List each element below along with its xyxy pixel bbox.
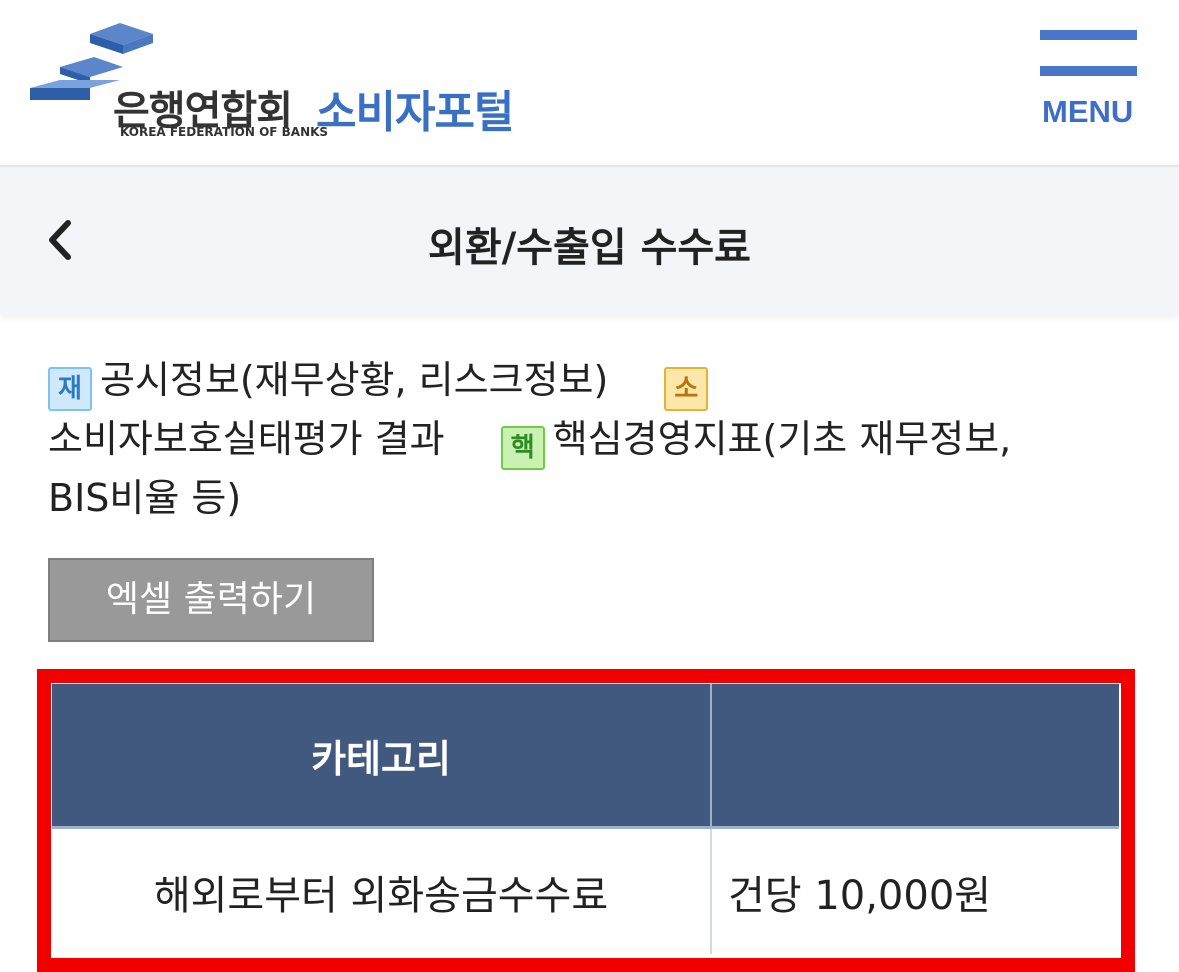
menu-label: MENU xyxy=(1042,94,1134,129)
page-title-bar: 외환/수출입 수수료 xyxy=(0,167,1179,315)
org-name-english: KOREA FEDERATION OF BANKS xyxy=(120,125,329,139)
menu-button[interactable]: MENU xyxy=(1040,28,1140,138)
legend-item-consumer-protection: 소비자보호실태평가 결과 xyxy=(48,417,445,461)
hamburger-icon xyxy=(1040,30,1137,40)
financial-status-badge-icon: 재 xyxy=(48,367,92,411)
page-title: 외환/수출입 수수료 xyxy=(428,225,751,271)
disclosure-legend: 재 공시정보(재무상황, 리스크정보) 소 소비자보호실태평가 결과 핵 핵심경영지… xyxy=(48,352,1048,526)
excel-export-button[interactable]: 엑셀 출력하기 xyxy=(48,558,374,642)
hamburger-icon-bar xyxy=(1040,66,1137,76)
highlight-frame xyxy=(37,669,1135,972)
portal-name[interactable]: 소비자포털 xyxy=(316,76,514,140)
site-header: 은행연합회 KOREA FEDERATION OF BANKS 소비자포털 ME… xyxy=(0,0,1179,167)
legend-item-financial: 공시정보(재무상황, 리스크정보) xyxy=(100,358,609,402)
consumer-protection-badge-icon: 소 xyxy=(664,367,709,411)
key-indicators-badge-icon: 핵 xyxy=(500,426,545,470)
